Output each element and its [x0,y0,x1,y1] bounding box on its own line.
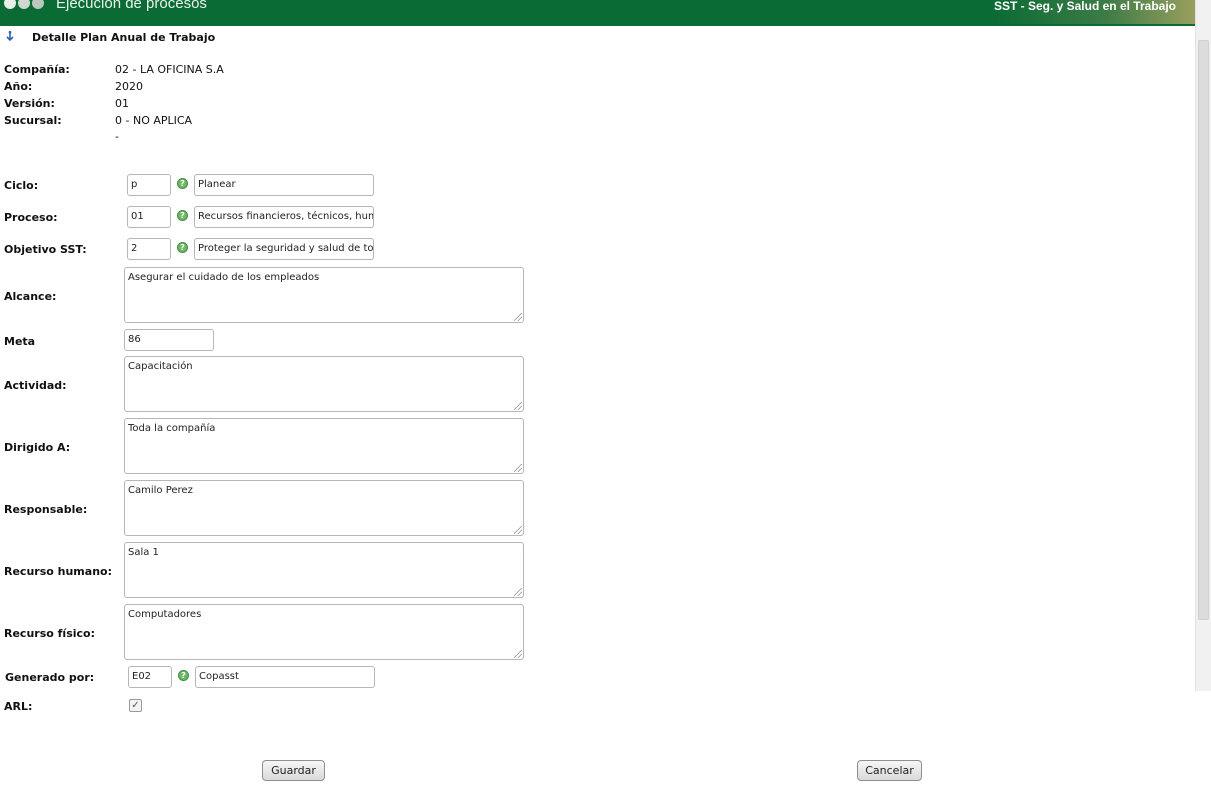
alcance-label: Alcance: [4,290,57,303]
generado-code-input[interactable]: E02 [128,666,172,688]
ciclo-label: Ciclo: [4,179,39,192]
meta-input[interactable]: 86 [124,329,214,351]
ciclo-desc-input[interactable]: Planear [194,174,374,196]
version-label: Versión: [4,97,55,110]
generado-label: Generado por: [5,671,95,684]
window-dot-icon [4,0,16,9]
branch-extra: - [115,130,119,143]
year-label: Año: [4,80,33,93]
recurso-fisico-text: Computadores [128,609,202,620]
resize-grip-icon[interactable] [514,588,522,596]
company-label: Compañía: [4,63,70,76]
objetivo-desc-input[interactable]: Proteger la seguridad y salud de todo [194,238,374,260]
proceso-code-input[interactable]: 01 [127,206,171,228]
dirigido-text: Toda la compañía [128,423,216,434]
recurso-humano-text: Sala 1 [128,547,159,558]
branch-label: Sucursal: [4,114,62,127]
section-title: Detalle Plan Anual de Trabajo [32,31,216,44]
meta-label: Meta [4,335,36,348]
help-icon[interactable]: ? [178,670,189,681]
branch-value: 0 - NO APLICA [115,114,193,127]
help-icon[interactable]: ? [177,242,188,253]
proceso-label: Proceso: [4,211,58,224]
responsable-text: Camilo Perez [128,485,193,496]
arl-label: ARL: [4,700,33,713]
resize-grip-icon[interactable] [514,464,522,472]
anchor-down-icon [6,30,14,42]
arl-checkbox[interactable]: ✓ [129,699,142,712]
app-header: Ejecución de procesos SST - Seg. y Salud… [0,0,1195,26]
resize-grip-icon[interactable] [514,402,522,410]
help-icon[interactable]: ? [177,178,188,189]
resize-grip-icon[interactable] [514,526,522,534]
ciclo-code-input[interactable]: p [127,174,171,196]
resize-grip-icon[interactable] [514,650,522,658]
app-title: Ejecución de procesos [56,0,207,12]
save-button[interactable]: Guardar [262,760,325,781]
recurso-fisico-textarea[interactable]: Computadores [124,604,524,660]
alcance-text: Asegurar el cuidado de los empleados [128,272,320,283]
responsable-label: Responsable: [4,503,88,516]
version-value: 01 [115,97,129,110]
year-value: 2020 [115,80,143,93]
responsable-textarea[interactable]: Camilo Perez [124,480,524,536]
cancel-button[interactable]: Cancelar [857,760,922,781]
window-dot-icon [32,0,44,9]
window-dot-icon [18,0,30,9]
recurso-humano-textarea[interactable]: Sala 1 [124,542,524,598]
proceso-desc-input[interactable]: Recursos financieros, técnicos, huma [194,206,374,228]
module-title: SST - Seg. y Salud en el Trabajo [993,0,1176,13]
generado-desc-input[interactable]: Copasst [195,666,375,688]
dirigido-textarea[interactable]: Toda la compañía [124,418,524,474]
vertical-scrollbar[interactable] [1195,0,1211,691]
objetivo-label: Objetivo SST: [4,243,87,256]
company-value: 02 - LA OFICINA S.A [115,63,224,76]
module-banner: SST - Seg. y Salud en el Trabajo [993,0,1195,24]
objetivo-code-input[interactable]: 2 [127,238,171,260]
alcance-textarea[interactable]: Asegurar el cuidado de los empleados [124,267,524,323]
actividad-textarea[interactable]: Capacitación [124,356,524,412]
dirigido-label: Dirigido A: [4,441,71,454]
recurso-humano-label: Recurso humano: [4,565,112,578]
recurso-fisico-label: Recurso físico: [4,627,95,640]
scrollbar-thumb[interactable] [1198,40,1209,620]
actividad-text: Capacitación [128,361,193,372]
resize-grip-icon[interactable] [514,313,522,321]
help-icon[interactable]: ? [177,210,188,221]
actividad-label: Actividad: [4,379,67,392]
